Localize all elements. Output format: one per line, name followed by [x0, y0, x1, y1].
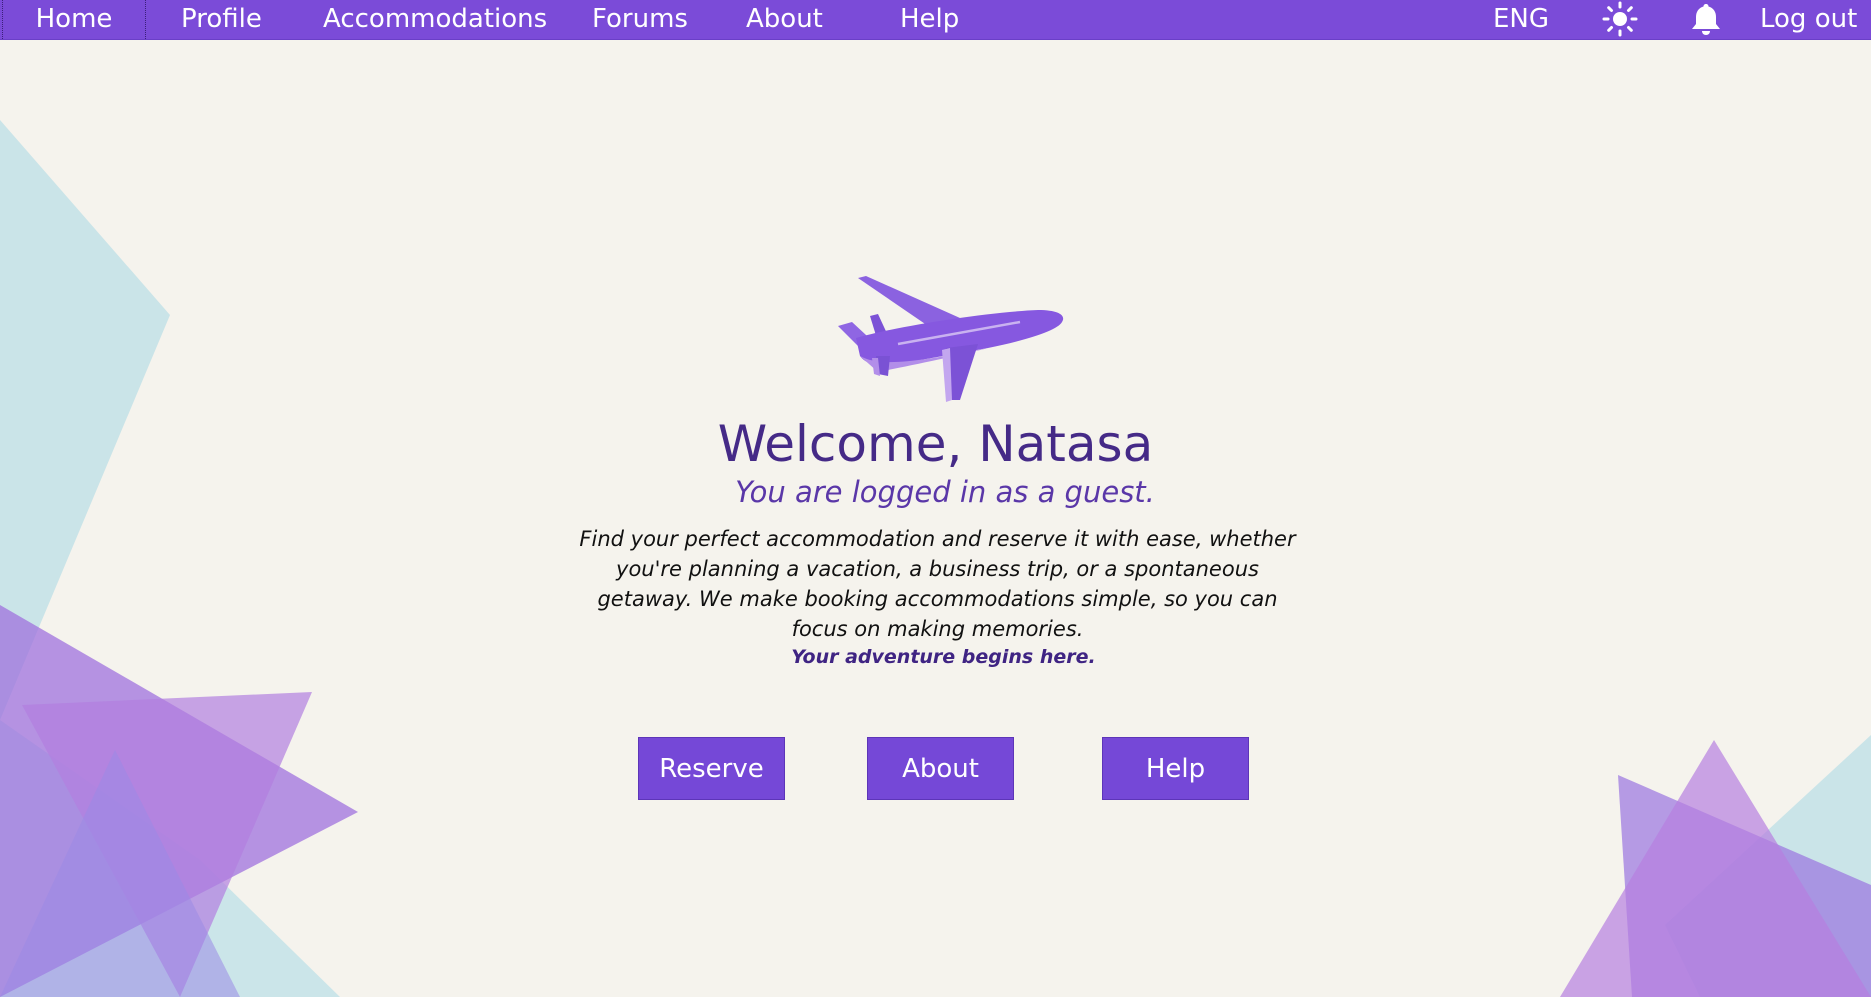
language-selector[interactable]: ENG: [1493, 0, 1549, 39]
top-navbar: Home Profile Accommodations Forums About…: [0, 0, 1871, 40]
sun-icon: [1602, 1, 1638, 36]
intro-description: Find your perfect accommodation and rese…: [579, 527, 1296, 641]
notifications-button[interactable]: [1686, 0, 1726, 39]
help-button[interactable]: Help: [1102, 737, 1249, 800]
hero-section: Welcome, Natasa You are logged in as a g…: [0, 0, 1871, 997]
nav-profile[interactable]: Profile: [181, 0, 262, 39]
nav-forums[interactable]: Forums: [592, 0, 688, 39]
reserve-button[interactable]: Reserve: [638, 737, 785, 800]
tagline: Your adventure begins here.: [791, 646, 1096, 668]
about-button[interactable]: About: [867, 737, 1014, 800]
guest-status-text: You are logged in as a guest.: [735, 475, 1155, 509]
page: Home Profile Accommodations Forums About…: [0, 0, 1871, 997]
bell-icon: [1692, 3, 1720, 35]
nav-about[interactable]: About: [746, 0, 823, 39]
nav-accommodations[interactable]: Accommodations: [323, 0, 547, 39]
welcome-heading: Welcome, Natasa: [717, 415, 1154, 473]
logout-link[interactable]: Log out: [1760, 0, 1857, 39]
nav-home[interactable]: Home: [2, 0, 146, 39]
airplane-icon: [838, 276, 1064, 402]
nav-help[interactable]: Help: [900, 0, 959, 39]
theme-toggle-button[interactable]: [1597, 0, 1643, 39]
